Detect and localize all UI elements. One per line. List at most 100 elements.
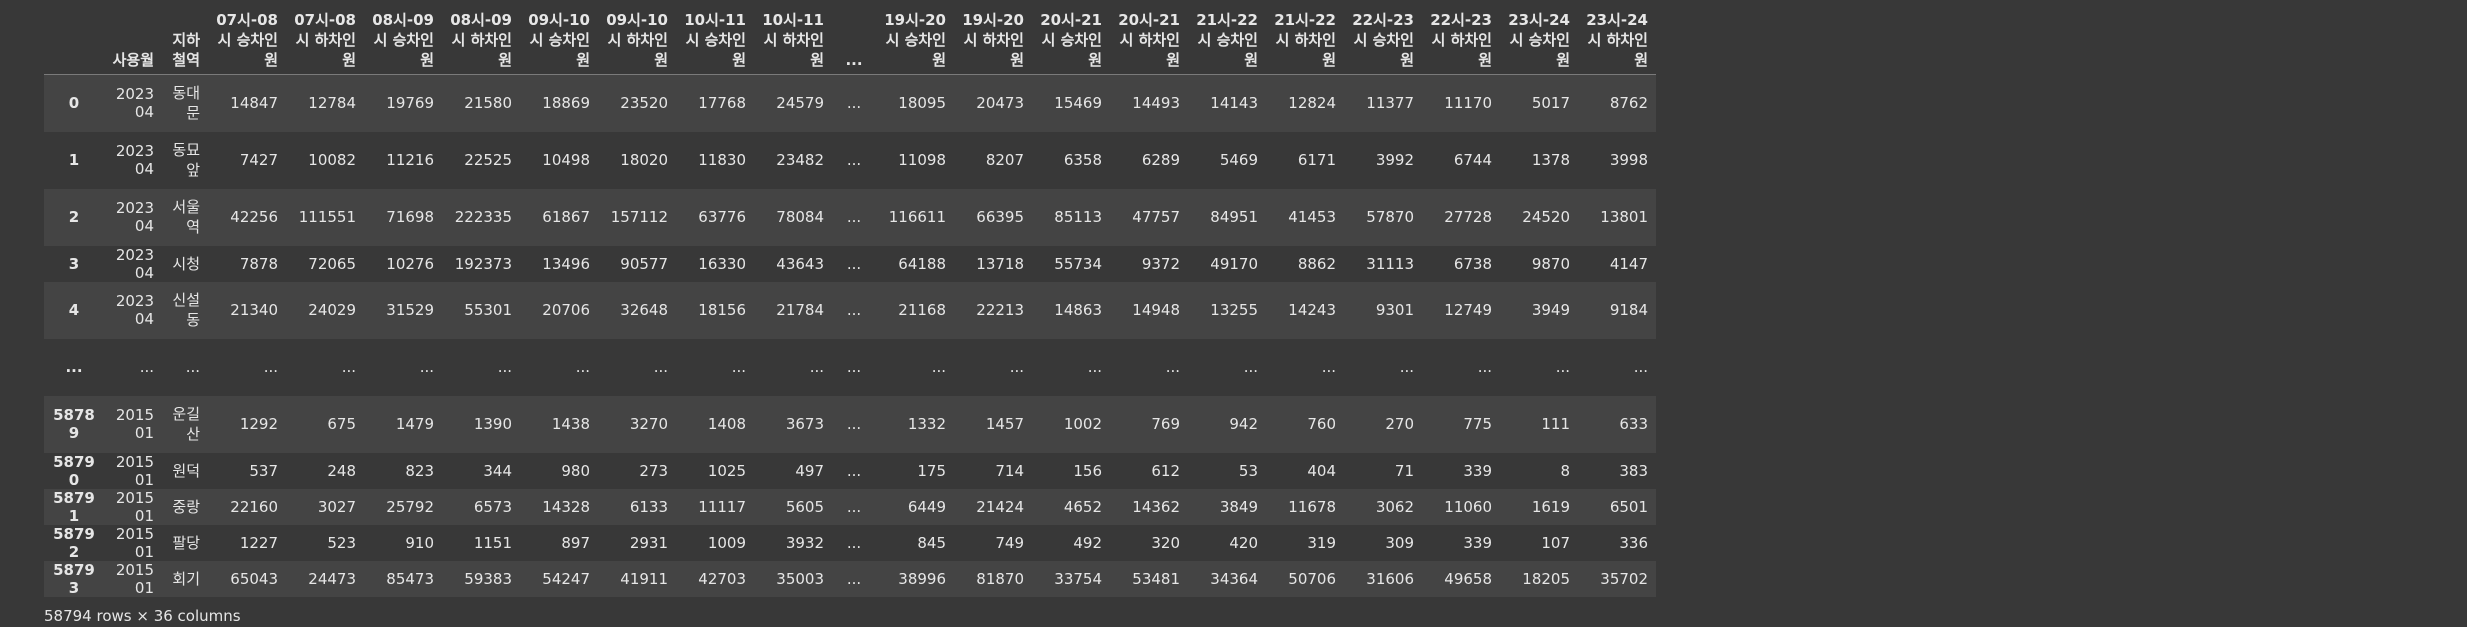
table-cell: 404	[1307, 461, 1336, 480]
table-cell: 50706	[1288, 569, 1336, 588]
table-cell: 1479	[395, 415, 434, 433]
table-cell: 157112	[610, 208, 668, 226]
table-cell: 11117	[698, 497, 746, 516]
table-cell: 910	[405, 533, 434, 552]
table-cell: 11170	[1444, 94, 1492, 113]
table-cell: ...	[846, 254, 862, 273]
column-header: 08시-09시 승차인원	[364, 10, 442, 75]
table-cell: 31529	[386, 301, 434, 319]
table-cell: ...	[1399, 358, 1414, 376]
table-cell: 156	[1073, 461, 1102, 480]
table-cell: 192373	[454, 254, 512, 273]
table-cell: 47757	[1132, 208, 1180, 226]
table-cell: ...	[846, 415, 862, 433]
row-index: 4	[68, 301, 80, 319]
table-cell: ...	[1165, 358, 1180, 376]
table-cell: 7427	[239, 151, 278, 169]
table-cell: 537	[249, 461, 278, 480]
table-cell: 942	[1229, 415, 1258, 433]
table-cell: 202304	[115, 142, 154, 178]
table-cell: 71698	[386, 208, 434, 226]
table-cell: 20706	[542, 301, 590, 319]
column-header: 23시-24시 하차인원	[1578, 10, 1656, 75]
table-cell: 248	[327, 461, 356, 480]
table-cell: 14948	[1132, 301, 1180, 319]
table-cell: 54247	[542, 569, 590, 588]
table-cell: 22160	[230, 497, 278, 516]
table-cell: 8	[1560, 461, 1570, 480]
table-cell: 55734	[1054, 254, 1102, 273]
table-cell: 18869	[542, 94, 590, 113]
table-cell: 53481	[1132, 569, 1180, 588]
table-cell: 12749	[1444, 301, 1492, 319]
table-cell: 3062	[1375, 497, 1414, 516]
table-cell: 8207	[985, 151, 1024, 169]
table-row: 58792 201501 팔당 1227 523 910 1151 897 2931 1009 39…	[44, 524, 1656, 561]
table-cell: 339	[1463, 461, 1492, 480]
table-cell: 57870	[1366, 208, 1414, 226]
column-header: 19시-20시 승차인원	[876, 10, 954, 75]
table-cell: ...	[846, 461, 862, 480]
table-cell: 1619	[1531, 497, 1570, 516]
column-header: 09시-10시 승차인원	[520, 10, 598, 75]
table-cell: ...	[1243, 358, 1258, 376]
row-index: 58792	[53, 524, 95, 561]
table-cell: 22213	[976, 301, 1024, 319]
column-header: 07시-08시 승차인원	[208, 10, 286, 75]
table-cell: 16330	[698, 254, 746, 273]
table-cell: 신설동	[172, 291, 200, 329]
table-cell: 1332	[907, 415, 946, 433]
table-cell: 201501	[115, 560, 154, 597]
table-cell: 42703	[698, 569, 746, 588]
table-cell: 8862	[1297, 254, 1336, 273]
table-cell: 1025	[707, 461, 746, 480]
table-cell: 42256	[230, 208, 278, 226]
table-cell: 1378	[1531, 151, 1570, 169]
table-cell: 7878	[239, 254, 278, 273]
table-cell: 6289	[1141, 151, 1180, 169]
table-cell: 14493	[1132, 94, 1180, 113]
column-header: 23시-24시 승차인원	[1500, 10, 1578, 75]
table-cell: ...	[497, 358, 512, 376]
table-cell: 11830	[698, 151, 746, 169]
column-header: 10시-11시 승차인원	[676, 10, 754, 75]
table-cell: 90577	[620, 254, 668, 273]
table-cell: 1227	[239, 533, 278, 552]
table-cell: 61867	[542, 208, 590, 226]
table-cell: 85473	[386, 569, 434, 588]
table-cell: 10276	[386, 254, 434, 273]
table-cell: 13718	[976, 254, 1024, 273]
table-cell: 497	[795, 461, 824, 480]
table-cell: 492	[1073, 533, 1102, 552]
table-cell: 11678	[1288, 497, 1336, 516]
table-cell: 6738	[1453, 254, 1492, 273]
table-cell: 24029	[308, 301, 356, 319]
table-cell: 운길산	[172, 405, 200, 443]
table-cell: 55301	[464, 301, 512, 319]
table-cell: 35702	[1600, 569, 1648, 588]
table-cell: 9184	[1609, 301, 1648, 319]
table-cell: 11060	[1444, 497, 1492, 516]
table-cell: 116611	[888, 208, 946, 226]
table-cell: 980	[561, 461, 590, 480]
table-cell: 201501	[115, 488, 154, 525]
table-cell: 6358	[1063, 151, 1102, 169]
shape-footer: 58794 rows × 36 columns	[44, 606, 241, 625]
table-cell: ...	[846, 533, 862, 552]
table-cell: ...	[1477, 358, 1492, 376]
table-cell: 원덕	[172, 461, 200, 480]
table-cell: 6171	[1297, 151, 1336, 169]
table-cell: 202304	[115, 292, 154, 328]
table-cell: 6449	[907, 497, 946, 516]
table-cell: 202304	[115, 245, 154, 282]
table-cell: 66395	[976, 208, 1024, 226]
table-cell: 9870	[1531, 254, 1570, 273]
table-cell: 19769	[386, 94, 434, 113]
table-cell: 633	[1619, 415, 1648, 433]
table-row: 3 202304 시청 7878 72065 10276 192373 13496 90577 1…	[44, 245, 1656, 282]
table-cell: 시청	[172, 254, 200, 273]
row-index: 58791	[53, 488, 95, 525]
column-header: 21시-22시 승차인원	[1188, 10, 1266, 75]
table-cell: 6744	[1453, 151, 1492, 169]
table-row: 0 202304 동대문 14847 12784 19769 21580 18869 23520…	[44, 74, 1656, 132]
